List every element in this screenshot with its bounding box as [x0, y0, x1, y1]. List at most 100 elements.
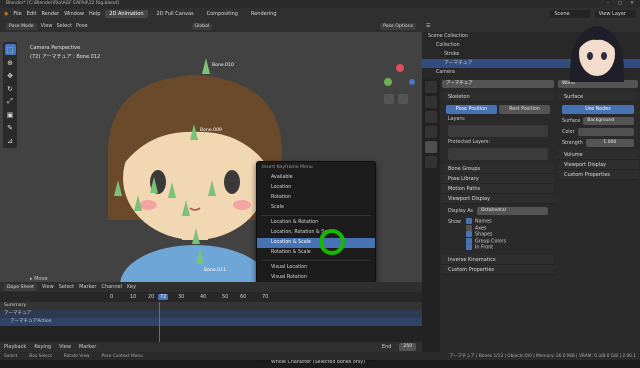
object-name-field[interactable]: アーマチュア	[442, 80, 554, 88]
menu-window[interactable]: Window	[64, 11, 84, 17]
editor-type-selector[interactable]: Dope Sheet	[4, 283, 37, 291]
view-layer-selector[interactable]: View Layer	[594, 10, 636, 18]
dope-menu-key[interactable]: Key	[127, 284, 136, 290]
rest-position-button[interactable]: Rest Position	[499, 105, 550, 114]
checkbox-icon[interactable]	[466, 218, 472, 224]
dope-menu-marker[interactable]: Marker	[79, 284, 96, 290]
pose-library-panel[interactable]: Pose Library	[442, 174, 554, 184]
menu-item-label: Visual Location	[271, 265, 308, 270]
workspace-tab-2d-animation[interactable]: 2D Animation	[105, 10, 148, 18]
dope-menu-channel[interactable]: Channel	[101, 284, 122, 290]
end-frame-field[interactable]: 250	[399, 343, 416, 351]
bone-marker[interactable]	[134, 195, 142, 211]
render-tab-icon[interactable]	[425, 96, 437, 108]
inverse-kinematics-panel[interactable]: Inverse Kinematics	[442, 254, 554, 265]
channel-action[interactable]: アーマチュアAction	[0, 318, 422, 326]
keyframe-menu-item[interactable]: Rotation	[257, 193, 375, 203]
volume-panel[interactable]: Volume	[558, 150, 638, 160]
axis-gizmo-icon[interactable]	[380, 50, 420, 110]
orientation-selector[interactable]: Global	[191, 22, 213, 30]
scene-selector[interactable]: Scene	[550, 10, 590, 18]
frame-ruler[interactable]: 0 10 20 30 40 50 60 70 72	[0, 292, 422, 302]
display-as-dropdown[interactable]: Octahedral	[477, 207, 548, 215]
dope-sheet-editor[interactable]: Dope Sheet View Select Marker Channel Ke…	[0, 282, 422, 352]
checkbox-icon[interactable]	[466, 237, 472, 244]
show-option[interactable]: In Front	[448, 244, 548, 251]
rotate-tool-icon[interactable]: ↻	[5, 83, 16, 94]
timeline-marker-menu[interactable]: Marker	[79, 344, 96, 350]
playback-menu[interactable]: Playback	[4, 344, 26, 350]
strength-field[interactable]: 1.000	[585, 139, 634, 147]
checkbox-icon[interactable]	[466, 224, 472, 231]
cursor-tool-icon[interactable]: ⊕	[5, 57, 16, 68]
keyframe-menu-item[interactable]: Scale	[257, 203, 375, 213]
workspace-tab-2d-full-canvas[interactable]: 2D Full Canvas	[153, 10, 198, 18]
minimize-icon[interactable]: –	[602, 0, 614, 8]
bone-marker[interactable]	[192, 228, 200, 244]
color-swatch[interactable]	[577, 128, 634, 136]
surface-panel-header[interactable]: Surface	[558, 92, 638, 102]
bone-marker[interactable]	[202, 58, 210, 74]
viewport-display-panel[interactable]: Viewport Display	[442, 194, 554, 204]
navigation-gizmo[interactable]	[380, 50, 420, 110]
skeleton-panel-header[interactable]: Skeleton	[442, 92, 554, 102]
bone-marker[interactable]	[196, 248, 204, 264]
scene-tab-icon[interactable]	[425, 126, 437, 138]
timeline-view-menu[interactable]: View	[59, 344, 71, 350]
world-custom-properties-panel[interactable]: Custom Properties	[558, 170, 638, 180]
bone-tab-icon[interactable]	[425, 156, 437, 168]
transform-tool-icon[interactable]: ▣	[5, 109, 16, 120]
keyframe-menu-item[interactable]: Visual Location	[257, 263, 375, 273]
viewport-menu-view[interactable]: View	[41, 23, 53, 29]
use-nodes-button[interactable]: Use Nodes	[562, 105, 634, 114]
mode-selector[interactable]: Pose Mode	[6, 22, 37, 30]
menu-help[interactable]: Help	[89, 11, 100, 17]
channel-summary[interactable]: Summary	[0, 302, 422, 310]
keying-menu[interactable]: Keying	[34, 344, 51, 350]
keyframe-menu-item[interactable]: Location	[257, 183, 375, 193]
menu-edit[interactable]: Edit	[27, 11, 37, 17]
properties-editor[interactable]: アーマチュア Skeleton Pose Position Rest Posit…	[422, 26, 640, 352]
bone-marker[interactable]	[114, 180, 122, 196]
bone-marker[interactable]	[182, 200, 190, 216]
menu-render[interactable]: Render	[41, 11, 59, 17]
protected-layers-grid[interactable]	[448, 148, 548, 160]
dope-menu-view[interactable]: View	[42, 284, 54, 290]
pose-options-button[interactable]: Pose Options	[380, 22, 416, 30]
maximize-icon[interactable]: □	[614, 0, 626, 8]
blender-logo-icon[interactable]: ◉	[4, 11, 8, 17]
outliner-filter-icon[interactable]: ☰	[426, 23, 430, 29]
bone-marker[interactable]	[150, 177, 158, 193]
workspace-tab-rendering[interactable]: Rendering	[247, 10, 281, 18]
viewport-menu-select[interactable]: Select	[57, 23, 72, 29]
bone-marker[interactable]	[208, 180, 216, 196]
checkbox-icon[interactable]	[466, 244, 472, 250]
keyframe-menu-item[interactable]: Available	[257, 173, 375, 183]
bone-marker[interactable]	[190, 124, 198, 140]
custom-properties-panel[interactable]: Custom Properties	[442, 264, 554, 275]
select-tool-icon[interactable]: ⬚	[4, 44, 16, 55]
bone-label: Bone.010	[212, 63, 234, 68]
scale-tool-icon[interactable]: ⤢	[5, 96, 16, 107]
current-frame-indicator[interactable]: 72	[158, 294, 169, 300]
workspace-tab-compositing[interactable]: Compositing	[203, 10, 242, 18]
output-tab-icon[interactable]	[425, 111, 437, 123]
world-viewport-display-panel[interactable]: Viewport Display	[558, 160, 638, 170]
close-icon[interactable]: ✕	[626, 0, 638, 8]
move-tool-icon[interactable]: ✥	[5, 70, 16, 81]
menu-file[interactable]: File	[13, 11, 21, 17]
armature-data-tab-icon[interactable]	[425, 141, 437, 153]
pose-position-button[interactable]: Pose Position	[446, 105, 497, 114]
checkbox-icon[interactable]	[466, 231, 472, 237]
bone-groups-panel[interactable]: Bone Groups	[442, 164, 554, 174]
channel-armature[interactable]: アーマチュア	[0, 310, 422, 318]
layers-grid[interactable]	[448, 125, 548, 137]
tool-tab-icon[interactable]	[425, 81, 437, 93]
background-shader-field[interactable]: Background	[583, 117, 634, 125]
measure-tool-icon[interactable]: ⊿	[5, 135, 16, 146]
viewport-menu-pose[interactable]: Pose	[76, 23, 88, 29]
motion-paths-panel[interactable]: Motion Paths	[442, 184, 554, 194]
bone-marker[interactable]	[168, 182, 176, 198]
annotate-tool-icon[interactable]: ✎	[5, 122, 16, 133]
dope-menu-select[interactable]: Select	[59, 284, 74, 290]
